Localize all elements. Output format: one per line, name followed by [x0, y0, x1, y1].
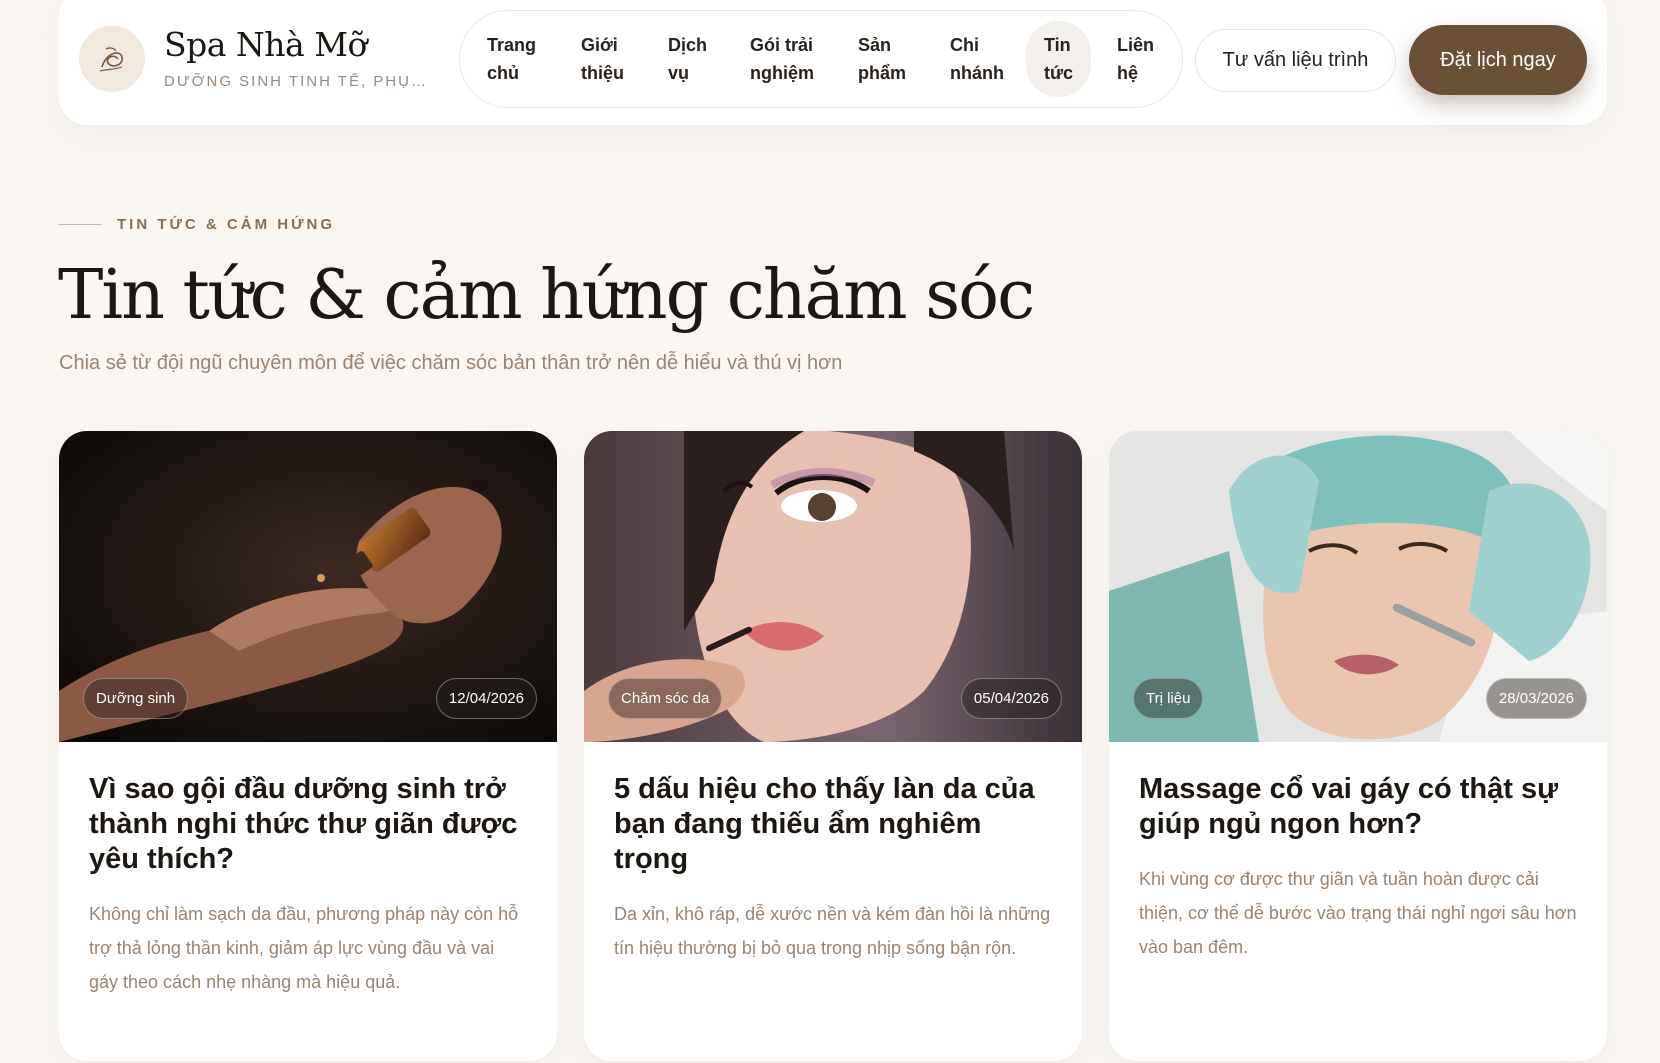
- nav-item-gioi-thieu[interactable]: Giới thiệu: [581, 21, 624, 97]
- article-image[interactable]: Dưỡng sinh 12/04/2026: [59, 431, 557, 742]
- article-excerpt: Không chỉ làm sạch da đầu, phương pháp n…: [89, 904, 519, 992]
- article-card[interactable]: Trị liệu 28/03/2026 Massage cổ vai gáy c…: [1109, 431, 1607, 1061]
- nav-item-san-pham[interactable]: Sản phẩm: [858, 21, 906, 97]
- article-excerpt: Da xỉn, khô ráp, dễ xước nền và kém đàn …: [614, 904, 1051, 958]
- consult-button[interactable]: Tư vấn liệu trình: [1195, 29, 1396, 92]
- category-badge: Trị liệu: [1133, 678, 1204, 719]
- nav-item-chi-nhanh[interactable]: Chi nhánh: [950, 21, 1004, 97]
- article-excerpt: Khi vùng cơ được thư giãn và tuần hoàn đ…: [1139, 869, 1577, 957]
- category-badge: Chăm sóc da: [608, 678, 723, 719]
- nav-item-goi-trai-nghiem[interactable]: Gói trải nghiệm: [750, 21, 814, 97]
- article-image[interactable]: Trị liệu 28/03/2026: [1109, 431, 1607, 742]
- date-badge: 05/04/2026: [960, 678, 1062, 719]
- article-title[interactable]: 5 dấu hiệu cho thấy làn da của bạn đang …: [614, 772, 1052, 877]
- page-title: Tin tức & cảm hứng chăm sóc: [58, 256, 1035, 335]
- date-badge: 28/03/2026: [1485, 678, 1587, 719]
- article-card[interactable]: Chăm sóc da 05/04/2026 5 dấu hiệu cho th…: [584, 431, 1082, 1061]
- article-image[interactable]: Chăm sóc da 05/04/2026: [584, 431, 1082, 742]
- brand[interactable]: Spa Nhà Mỡ DƯỠNG SINH TINH TẾ, PHỤC HỒI: [79, 26, 434, 92]
- article-title[interactable]: Massage cổ vai gáy có thật sự giúp ngủ n…: [1139, 772, 1577, 842]
- section-eyebrow: TIN TỨC & CẢM HỨNG: [59, 216, 335, 233]
- section-subtitle: Chia sẻ từ đội ngũ chuyên môn để việc ch…: [59, 352, 843, 374]
- logo-icon: [79, 26, 145, 92]
- article-title[interactable]: Vì sao gội đầu dưỡng sinh trở thành nghi…: [89, 772, 527, 877]
- book-now-button[interactable]: Đặt lịch ngay: [1409, 25, 1587, 95]
- main-nav: Trang chủ Giới thiệu Dịch vụ Gói trải ng…: [459, 10, 1183, 108]
- nav-item-lien-he[interactable]: Liên hệ: [1117, 21, 1154, 97]
- brand-tagline: DƯỠNG SINH TINH TẾ, PHỤC HỒI: [164, 73, 434, 90]
- date-badge: 12/04/2026: [435, 678, 537, 719]
- article-card[interactable]: Dưỡng sinh 12/04/2026 Vì sao gội đầu dưỡ…: [59, 431, 557, 1061]
- category-badge: Dưỡng sinh: [83, 678, 189, 719]
- brand-name: Spa Nhà Mỡ: [164, 25, 367, 64]
- nav-item-trang-chu[interactable]: Trang chủ: [487, 21, 536, 97]
- eyebrow-text: TIN TỨC & CẢM HỨNG: [117, 216, 336, 233]
- site-header: Spa Nhà Mỡ DƯỠNG SINH TINH TẾ, PHỤC HỒI …: [59, 0, 1607, 125]
- nav-item-dich-vu[interactable]: Dịch vụ: [668, 21, 707, 97]
- eyebrow-divider: [59, 224, 101, 225]
- nav-item-tin-tuc[interactable]: Tin tức: [1026, 21, 1092, 97]
